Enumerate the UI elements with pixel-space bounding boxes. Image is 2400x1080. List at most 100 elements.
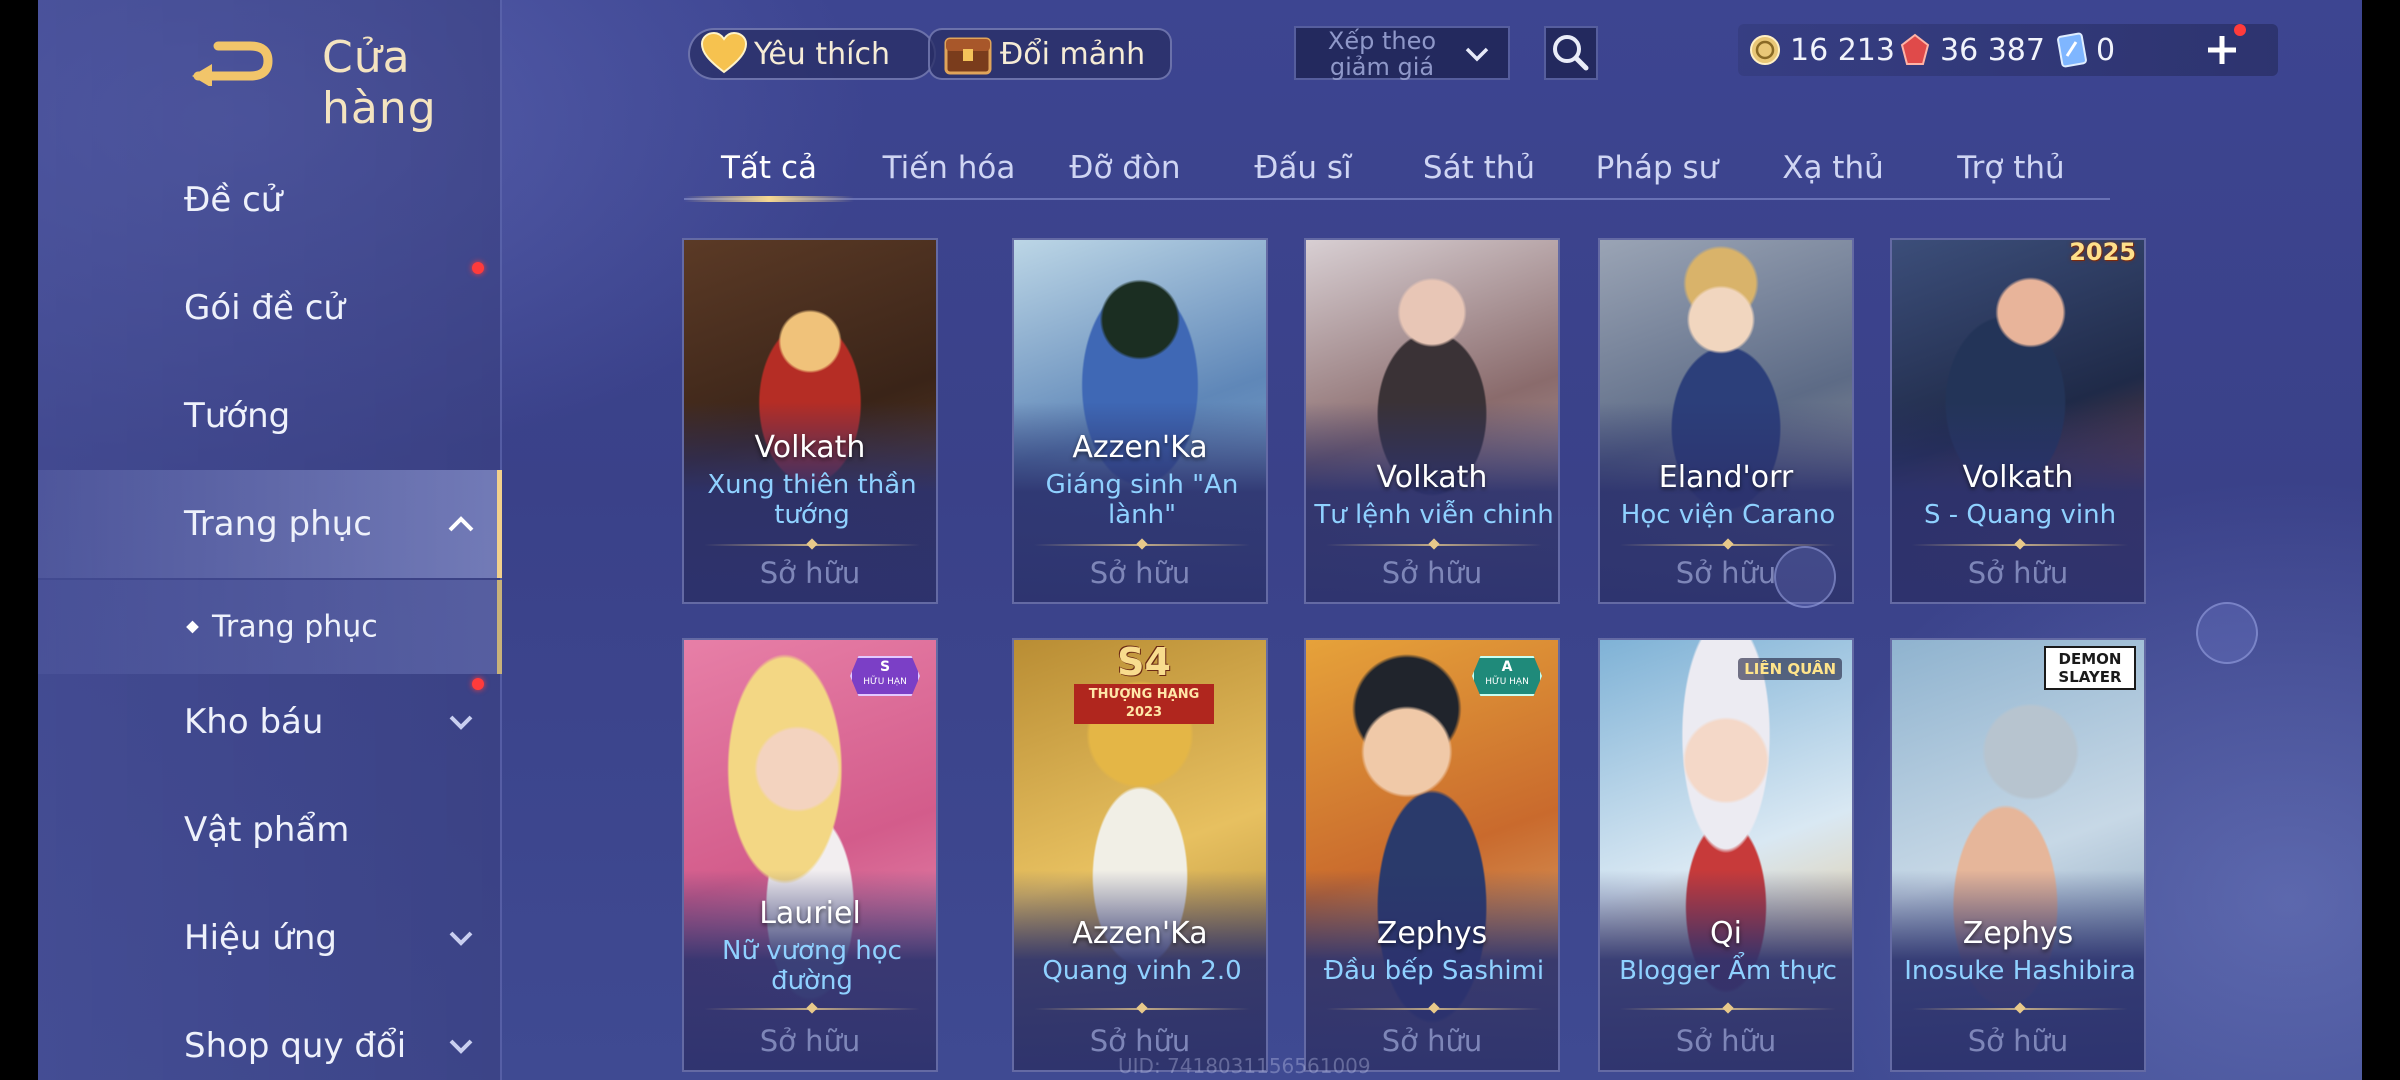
hero-name: Eland'orr: [1658, 460, 1794, 495]
hero-name: Volkath: [1376, 460, 1488, 495]
card-divider: [1326, 1008, 1542, 1010]
sidebar-item-effects[interactable]: Hiệu ứng: [38, 884, 502, 992]
skin-card[interactable]: Volkath Xung thiên thần tướng Sở hữu: [682, 238, 938, 604]
skin-card[interactable]: LIÊN QUÂN Qi Blogger Ẩm thực Sở hữu: [1598, 638, 1854, 1072]
limited-badge-label: HỮU HẠN: [863, 677, 907, 687]
skin-card[interactable]: DEMON SLAYER Zephys Inosuke Hashibira Sở…: [1890, 638, 2146, 1072]
brand-badge: LIÊN QUÂN: [1738, 658, 1842, 680]
limited-badge: A HỮU HẠN: [1472, 656, 1542, 696]
back-arrow-icon: [192, 41, 273, 88]
owned-status: Sở hữu: [1089, 1024, 1191, 1058]
sidebar-item-recommended-packs[interactable]: Gói đề cử: [38, 254, 502, 362]
limited-badge-tier: S: [879, 659, 891, 675]
ruby-balance: 36 387: [1898, 28, 2045, 72]
sort-dropdown-label: Xếp theo giảm giá: [1327, 27, 1437, 81]
skin-card[interactable]: Volkath Tư lệnh viễn chinh Sở hữu: [1304, 238, 1560, 604]
sidebar-item-label: Tướng: [184, 396, 291, 436]
tab-evolution[interactable]: Tiến hóa: [864, 150, 1034, 202]
card-divider: [704, 1008, 920, 1010]
hero-name: Volkath: [1962, 460, 2074, 495]
tab-all[interactable]: Tất cả: [684, 150, 854, 202]
limited-badge-tier: A: [1501, 659, 1513, 675]
skin-card[interactable]: 2025 Volkath S - Quang vinh Sở hữu: [1890, 238, 2146, 604]
skin-card[interactable]: S HỮU HẠN Lauriel Nữ vương học đường Sở …: [682, 638, 938, 1072]
card-divider: [1912, 1008, 2128, 1010]
ruby-icon: [1900, 33, 1930, 65]
back-button[interactable]: [188, 36, 278, 88]
sidebar-item-label: Hiệu ứng: [184, 918, 337, 958]
exchange-shards-button[interactable]: Đổi mảnh: [928, 28, 1172, 80]
sidebar-item-label: Đề cử: [184, 180, 283, 220]
sidebar-item-label: Trang phục: [184, 504, 372, 544]
coin-icon: [1750, 35, 1780, 65]
voucher-value: 0: [2096, 32, 2116, 68]
notification-dot: [472, 678, 484, 690]
plus-icon: [2208, 36, 2236, 64]
skin-name: Giáng sinh "An lành": [1045, 470, 1239, 530]
voucher-icon: [2057, 32, 2087, 68]
sort-dropdown[interactable]: Xếp theo giảm giá: [1294, 26, 1510, 80]
skin-card[interactable]: Azzen'Ka Giáng sinh "An lành" Sở hữu: [1012, 238, 1268, 604]
tab-mage[interactable]: Pháp sư: [1572, 150, 1742, 202]
tab-support[interactable]: Trợ thủ: [1926, 150, 2096, 202]
sidebar-item-label: Kho báu: [184, 702, 324, 742]
card-divider: [704, 544, 920, 546]
bullet-icon: [186, 620, 199, 634]
screen-edge-left: [0, 0, 38, 1080]
skin-name: Đầu bếp Sashimi: [1323, 956, 1545, 986]
tab-marksman[interactable]: Xạ thủ: [1748, 150, 1918, 202]
owned-status: Sở hữu: [1675, 1024, 1777, 1058]
skin-name: Quang vinh 2.0: [1042, 956, 1242, 986]
favorites-label: Yêu thích: [754, 36, 890, 72]
skin-name: Tư lệnh viễn chinh: [1314, 500, 1554, 530]
chevron-down-icon: [449, 715, 473, 730]
hero-name: Qi: [1710, 916, 1742, 951]
chevron-up-icon: [448, 516, 474, 532]
search-button[interactable]: [1544, 26, 1598, 80]
card-divider: [1620, 1008, 1836, 1010]
exchange-shards-label: Đổi mảnh: [1000, 36, 1146, 72]
skin-name: Học viện Carano: [1620, 500, 1836, 530]
floating-assist-button[interactable]: [2196, 602, 2258, 664]
owned-status: Sở hữu: [759, 1024, 861, 1058]
sidebar-item-recommended[interactable]: Đề cử: [38, 146, 502, 254]
skin-card[interactable]: A HỮU HẠN Zephys Đầu bếp Sashimi Sở hữu: [1304, 638, 1560, 1072]
hero-name: Azzen'Ka: [1072, 430, 1208, 465]
sidebar: Cửa hàng Đề cử Gói đề cử Tướng Trang phụ…: [38, 0, 502, 1080]
sidebar-item-skins[interactable]: Trang phục: [38, 470, 502, 578]
hero-name: Lauriel: [759, 896, 861, 931]
tab-tank[interactable]: Đỡ đòn: [1040, 150, 1210, 202]
sidebar-item-label: Trang phục: [212, 609, 378, 645]
shop-screen: Cửa hàng Đề cử Gói đề cử Tướng Trang phụ…: [38, 0, 2362, 1080]
card-divider: [1034, 1008, 1250, 1010]
sidebar-item-exchange-shop[interactable]: Shop quy đổi: [38, 992, 502, 1080]
notification-dot: [472, 262, 484, 274]
ruby-value: 36 387: [1940, 32, 2045, 68]
sidebar-subitem-skins[interactable]: Trang phục: [38, 580, 502, 674]
tab-fighter[interactable]: Đấu sĩ: [1218, 150, 1388, 202]
favorites-button[interactable]: Yêu thích: [688, 28, 936, 80]
skin-name: Nữ vương học đường: [722, 936, 902, 996]
chest-icon: [944, 37, 992, 75]
voucher-balance: 0: [2056, 28, 2115, 72]
chevron-down-icon: [1465, 47, 1489, 62]
floating-assist-button[interactable]: [1774, 546, 1836, 608]
top-up-button[interactable]: [2202, 24, 2246, 70]
hero-name: Zephys: [1962, 916, 2074, 951]
hero-name: Azzen'Ka: [1072, 916, 1208, 951]
screen-edge-right: [2362, 0, 2400, 1080]
limited-badge-label: HỮU HẠN: [1485, 677, 1529, 687]
owned-status: Sở hữu: [1381, 556, 1483, 590]
sidebar-item-items[interactable]: Vật phẩm: [38, 776, 502, 884]
skin-name: Xung thiên thần tướng: [707, 470, 917, 530]
skin-name: S - Quang vinh: [1923, 500, 2117, 530]
year-badge: 2025: [2069, 238, 2136, 266]
tab-assassin[interactable]: Sát thủ: [1394, 150, 1564, 202]
sidebar-item-heroes[interactable]: Tướng: [38, 362, 502, 470]
notification-dot: [2234, 24, 2246, 36]
skin-card[interactable]: S4 THƯỢNG HẠNG 2023 Azzen'Ka Quang vinh …: [1012, 638, 1268, 1072]
collab-badge: DEMON SLAYER: [2044, 646, 2136, 690]
page-title: Cửa hàng: [322, 32, 437, 134]
season-badge-title: S4: [1117, 640, 1171, 684]
sidebar-item-treasure[interactable]: Kho báu: [38, 668, 502, 776]
